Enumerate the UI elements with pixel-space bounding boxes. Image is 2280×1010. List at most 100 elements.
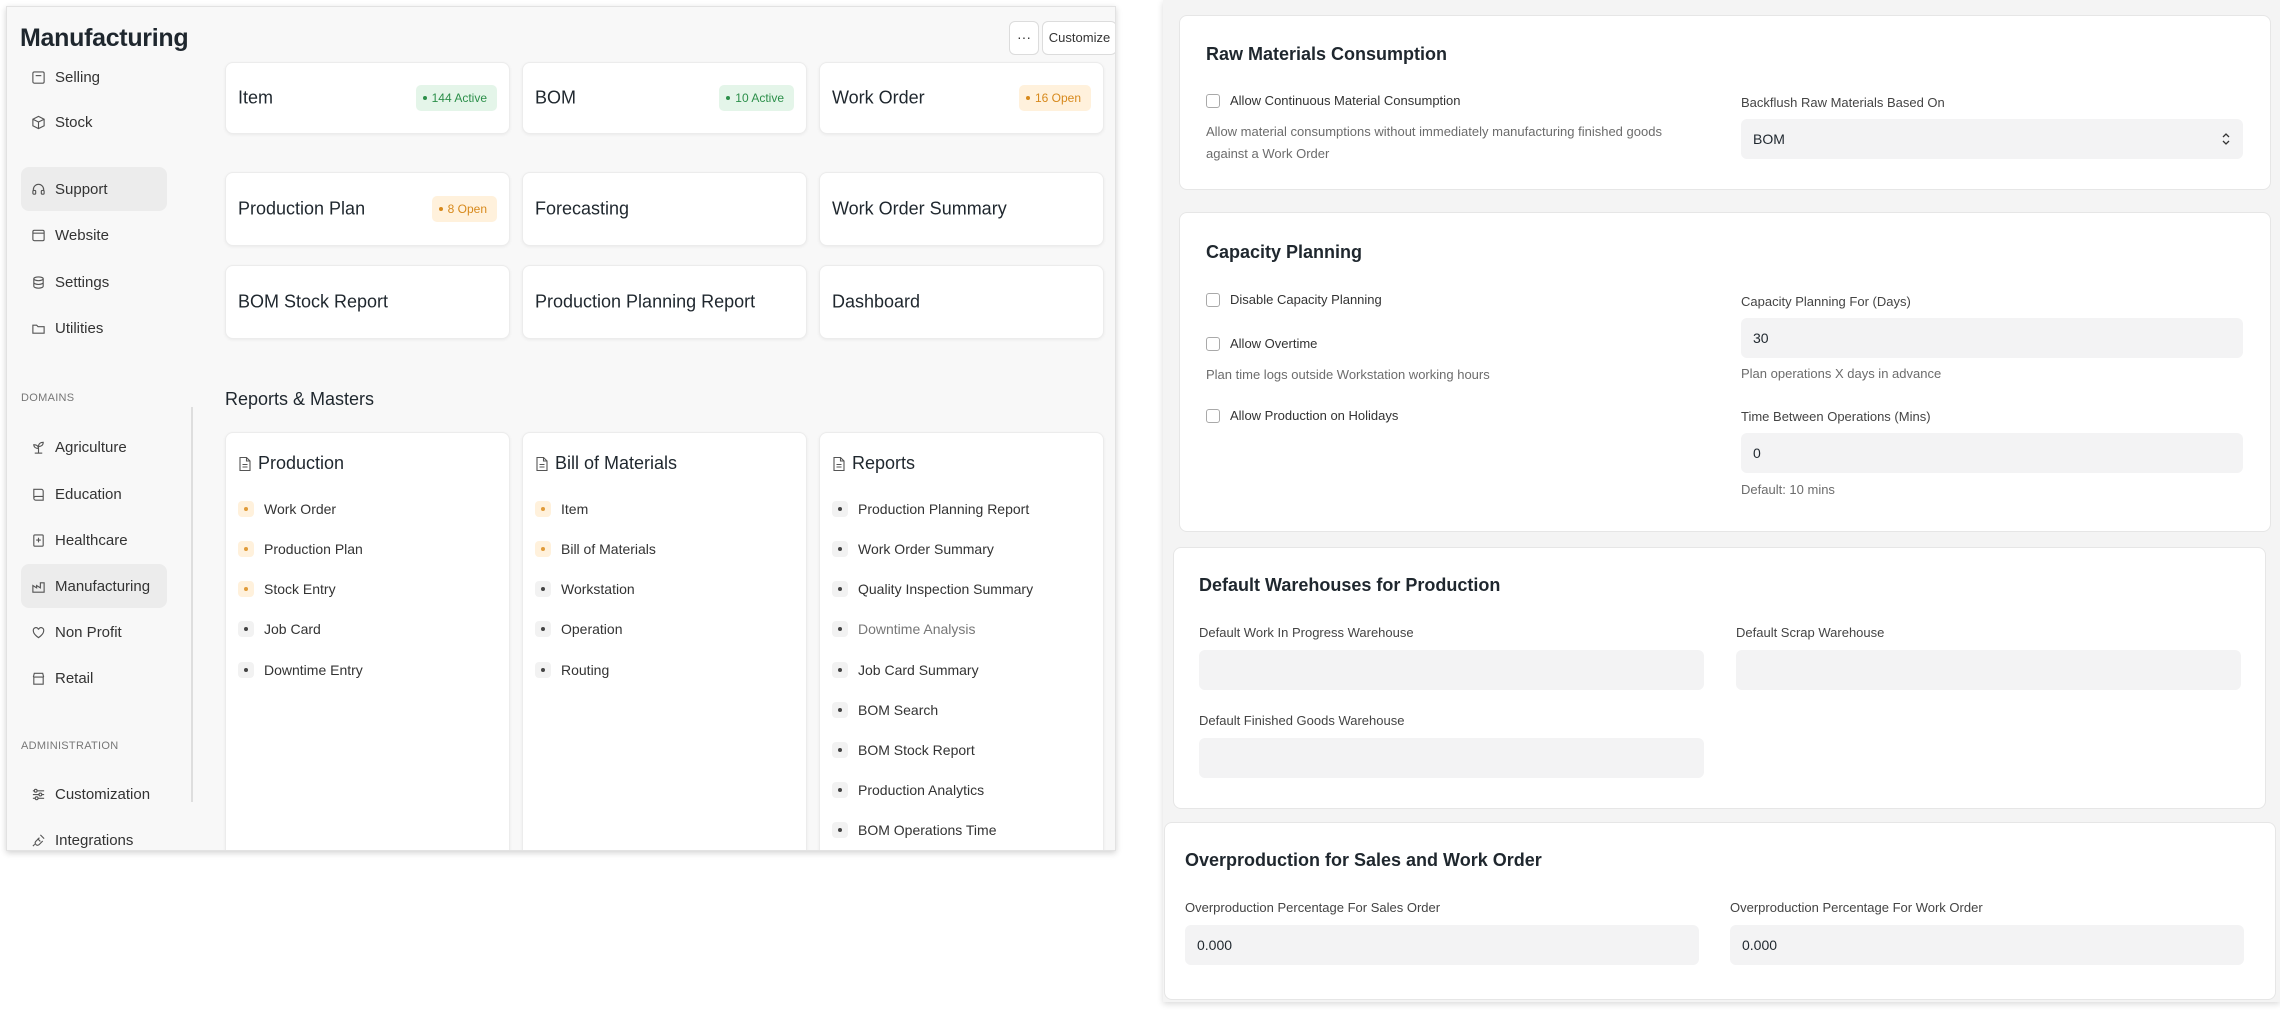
section-title: Capacity Planning: [1206, 242, 1363, 262]
capacity-days-input[interactable]: 30: [1741, 318, 2243, 358]
report-link[interactable]: Production Analytics: [832, 782, 984, 798]
sidebar-item-settings[interactable]: Settings: [21, 260, 167, 304]
sidebar-item-integrations[interactable]: Integrations: [21, 818, 167, 850]
sidebar-item-manufacturing[interactable]: Manufacturing: [21, 564, 167, 608]
report-card-bill-of-materials: Bill of Materials Item Bill of Materials…: [522, 432, 807, 850]
wip-warehouse-input[interactable]: [1199, 650, 1704, 690]
sidebar-item-label: Utilities: [55, 319, 104, 337]
sidebar-item-healthcare[interactable]: Healthcare: [21, 518, 167, 562]
overproduction-sales-order-input[interactable]: 0.000: [1185, 925, 1699, 965]
sidebar-item-agriculture[interactable]: Agriculture: [21, 425, 167, 469]
report-link[interactable]: Downtime Analysis: [832, 621, 976, 637]
sidebar-item-non-profit[interactable]: Non Profit: [21, 610, 167, 654]
report-link[interactable]: BOM Stock Report: [832, 742, 975, 758]
report-link[interactable]: Work Order: [238, 501, 336, 517]
status-dot: [832, 822, 848, 838]
sidebar-item-retail[interactable]: Retail: [21, 656, 167, 700]
shortcut-card-bom-stock-report[interactable]: BOM Stock Report: [225, 265, 510, 339]
sidebar: Selling Stock Support Website Settings U…: [7, 67, 197, 850]
report-link[interactable]: Production Planning Report: [832, 501, 1029, 517]
status-dot: [238, 581, 254, 597]
checkbox-box[interactable]: [1206, 336, 1220, 351]
report-link[interactable]: Job Card Summary: [832, 662, 979, 678]
backflush-select[interactable]: BOM: [1741, 119, 2243, 159]
shortcut-card-work-order[interactable]: Work Order 16 Open: [819, 62, 1104, 134]
report-link[interactable]: Operation: [535, 621, 622, 637]
sidebar-scrollbar[interactable]: [191, 407, 193, 802]
status-dot: [535, 541, 551, 557]
sidebar-item-website[interactable]: Website: [21, 213, 167, 257]
shortcut-card-production-plan[interactable]: Production Plan 8 Open: [225, 172, 510, 246]
report-link[interactable]: Item: [535, 501, 588, 517]
sidebar-item-stock[interactable]: Stock: [21, 100, 167, 144]
shortcut-card-work-order-summary[interactable]: Work Order Summary: [819, 172, 1104, 246]
checkbox-box[interactable]: [1206, 292, 1220, 307]
status-dot: [238, 541, 254, 557]
link-label: Downtime Entry: [264, 662, 363, 678]
allow-production-holidays-checkbox[interactable]: Allow Production on Holidays: [1206, 408, 1398, 423]
factory-icon: [31, 579, 46, 594]
checkbox-label: Allow Continuous Material Consumption: [1230, 93, 1461, 108]
sidebar-item-label: Manufacturing: [55, 577, 151, 595]
sidebar-item-label: Support: [55, 180, 108, 198]
shortcut-card-dashboard[interactable]: Dashboard: [819, 265, 1104, 339]
report-link[interactable]: Production Plan: [238, 541, 363, 557]
overproduction-work-order-input[interactable]: 0.000: [1730, 925, 2244, 965]
page-title: Manufacturing: [20, 24, 189, 52]
checkbox-box[interactable]: [1206, 93, 1220, 108]
link-label: Routing: [561, 662, 610, 678]
finished-goods-warehouse-input[interactable]: [1199, 738, 1704, 778]
more-options-button[interactable]: ···: [1009, 21, 1039, 55]
shortcut-card-item[interactable]: Item 144 Active: [225, 62, 510, 134]
status-badge: 8 Open: [431, 196, 497, 222]
shortcut-label: Production Plan: [238, 198, 366, 219]
report-link[interactable]: Stock Entry: [238, 581, 336, 597]
link-label: Production Planning Report: [858, 501, 1030, 517]
time-between-operations-input[interactable]: 0: [1741, 433, 2243, 473]
report-link[interactable]: Workstation: [535, 581, 635, 597]
plant-icon: [31, 440, 46, 455]
status-dot: [832, 501, 848, 517]
field-description: Plan time logs outside Workstation worki…: [1206, 367, 1490, 382]
checkbox-box[interactable]: [1206, 408, 1220, 423]
link-label: Production Plan: [264, 541, 363, 557]
sidebar-item-selling[interactable]: Selling: [21, 55, 167, 99]
sidebar-item-support[interactable]: Support: [21, 167, 167, 211]
field-label: Default Work In Progress Warehouse: [1199, 625, 1414, 640]
status-dot: [832, 621, 848, 637]
report-link[interactable]: Quality Inspection Summary: [832, 581, 1033, 597]
shortcut-card-production-planning-report[interactable]: Production Planning Report: [522, 265, 807, 339]
shortcut-card-forecasting[interactable]: Forecasting: [522, 172, 807, 246]
link-label: BOM Operations Time: [858, 822, 997, 838]
file-icon: [535, 456, 549, 472]
select-value: BOM: [1753, 131, 1785, 147]
sidebar-item-label: Retail: [55, 669, 94, 687]
report-link[interactable]: BOM Operations Time: [832, 822, 997, 838]
shortcut-label: BOM: [535, 87, 577, 108]
report-link[interactable]: Work Order Summary: [832, 541, 994, 557]
allow-continuous-consumption-checkbox[interactable]: Allow Continuous Material Consumption: [1206, 93, 1461, 108]
field-label: Default Finished Goods Warehouse: [1199, 713, 1405, 728]
sidebar-item-education[interactable]: Education: [21, 472, 167, 516]
sidebar-item-utilities[interactable]: Utilities: [21, 306, 167, 350]
customize-button[interactable]: Customize: [1042, 21, 1115, 55]
field-label: Backflush Raw Materials Based On: [1741, 95, 1945, 110]
description-line: Allow material consumptions without imme…: [1206, 124, 1662, 139]
scrap-warehouse-input[interactable]: [1736, 650, 2241, 690]
report-link[interactable]: Downtime Entry: [238, 662, 363, 678]
report-link[interactable]: BOM Search: [832, 702, 938, 718]
link-label: Job Card Summary: [858, 662, 979, 678]
report-card-production: Production Work Order Production Plan St…: [225, 432, 510, 850]
shortcut-label: Work Order: [832, 87, 925, 108]
shortcut-card-bom[interactable]: BOM 10 Active: [522, 62, 807, 134]
sidebar-item-customization[interactable]: Customization: [21, 772, 167, 816]
settings-window: Raw Materials Consumption Allow Continuo…: [1163, 0, 2280, 1002]
report-link[interactable]: Job Card: [238, 621, 321, 637]
hospital-icon: [31, 533, 46, 548]
report-link[interactable]: Bill of Materials: [535, 541, 656, 557]
sidebar-item-label: Healthcare: [55, 531, 128, 549]
disable-capacity-planning-checkbox[interactable]: Disable Capacity Planning: [1206, 292, 1382, 307]
allow-overtime-checkbox[interactable]: Allow Overtime: [1206, 336, 1317, 351]
shortcut-label: Item: [238, 87, 274, 108]
report-link[interactable]: Routing: [535, 662, 609, 678]
